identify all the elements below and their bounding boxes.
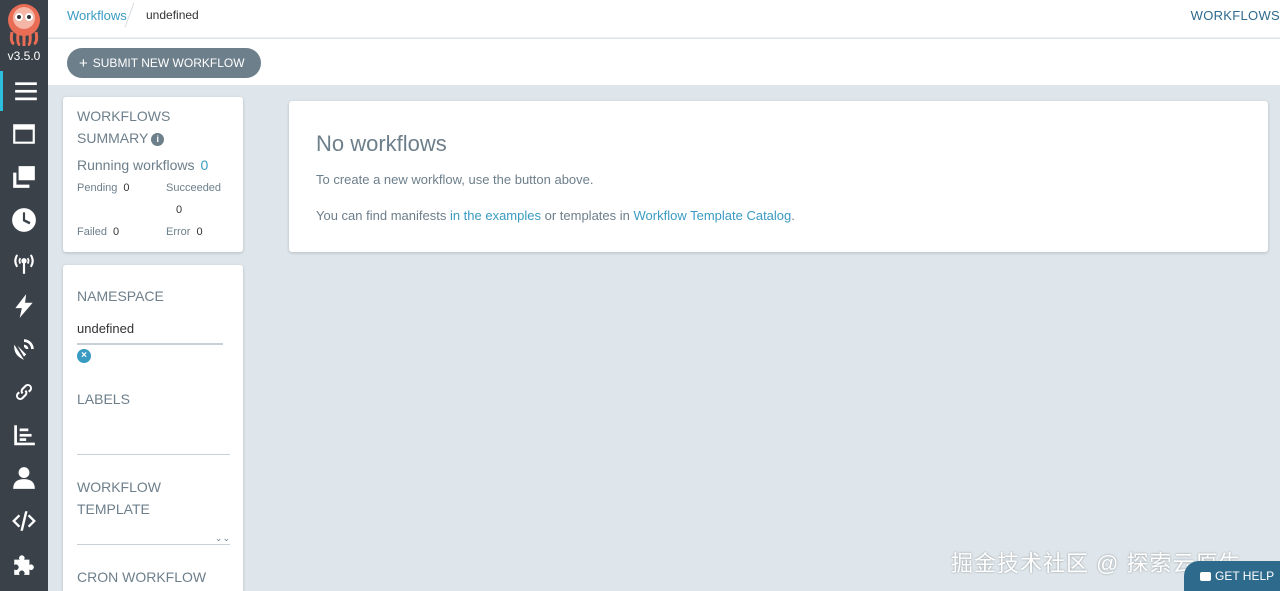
submit-new-workflow-button[interactable]: + SUBMIT NEW WORKFLOW [67,48,261,78]
running-count[interactable]: 0 [201,157,209,173]
succeeded-stat-count: 0 [170,204,182,216]
filters-card: NAMESPACE undefined × LABELS WORKFLOW TE… [63,265,243,591]
plus-icon: + [79,54,88,72]
pending-label: Pending [77,182,118,194]
nav-item-api-docs[interactable] [0,501,48,541]
workflow-template-label-line2: TEMPLATE [77,501,150,517]
failed-label: Failed [77,226,107,238]
labels-label: LABELS [77,391,130,407]
side-nav: v3.5.0 [0,0,48,591]
clock-icon [12,208,36,232]
nav-item-event-flow[interactable] [0,329,48,369]
namespace-input-underline [77,343,223,345]
failed-count: 0 [112,226,120,238]
running-workflows: Running workflows 0 [77,157,208,173]
error-count: 0 [196,226,203,238]
argo-logo[interactable] [4,2,44,46]
nav-item-plugins[interactable] [0,544,48,584]
empty-state-instructions: To create a new workflow, use the button… [316,172,594,187]
info-icon[interactable]: i [151,133,165,146]
breadcrumb-workflows-link[interactable]: Workflows [67,8,127,23]
action-bar: + SUBMIT NEW WORKFLOW [48,39,1280,85]
namespace-input[interactable]: undefined [77,321,134,336]
nav-item-reports[interactable] [0,415,48,455]
summary-title-line1: WORKFLOWS [77,108,171,124]
workflow-template-label-line1: WORKFLOW [77,479,161,495]
nav-item-event-sources[interactable] [0,243,48,283]
puzzle-icon [14,555,34,575]
nav-item-workflow-templates[interactable] [0,114,48,154]
page-title: WORKFLOWS [1190,8,1280,23]
chat-bubble-icon [1200,571,1211,581]
nav-item-workflows[interactable] [0,71,48,111]
succeeded-count: 0 [176,204,183,216]
error-stat: Error 0 [166,226,203,238]
window-icon [13,124,35,144]
workflows-summary-card: WORKFLOWS SUMMARY i Running workflows 0 Pe… [63,97,243,252]
template-catalog-link[interactable]: Workflow Template Catalog [634,208,792,223]
empty-state-manifests: You can find manifests in the examples o… [316,208,795,223]
get-help-label: GET HELP [1215,569,1275,583]
get-help-button[interactable]: GET HELP [1184,561,1280,591]
submit-button-label: SUBMIT NEW WORKFLOW [92,56,245,70]
failed-stat: Failed 0 [77,226,119,238]
nav-item-archived-workflows[interactable] [0,372,48,412]
labels-input[interactable] [77,415,230,455]
satellite-dish-icon [14,339,34,360]
nav-item-sensors[interactable] [0,286,48,326]
breadcrumb-current: undefined [146,8,199,22]
clear-namespace-icon[interactable]: × [77,349,91,363]
running-label: Running workflows [77,157,195,173]
workflow-template-select[interactable]: ⌄⌄ [77,523,230,545]
chevron-down-icon: ⌄⌄ [214,533,230,543]
app-version: v3.5.0 [7,49,41,63]
bolt-icon [15,294,33,318]
user-icon [13,467,35,489]
broadcast-icon [14,254,34,274]
namespace-label: NAMESPACE [77,288,164,304]
succeeded-label: Succeeded [166,182,222,194]
hamburger-icon [14,82,37,101]
code-icon [12,511,36,531]
nav-item-cron-workflows[interactable] [0,200,48,240]
pending-stat: Pending 0 [77,182,130,194]
manifests-text-mid: or templates in [541,208,634,223]
succeeded-stat: Succeeded [166,182,221,194]
examples-link[interactable]: in the examples [450,208,541,223]
cron-workflow-label: CRON WORKFLOW [77,569,207,585]
error-label: Error [166,226,191,238]
nav-item-user[interactable] [0,458,48,498]
chart-bar-icon [14,425,35,446]
clone-icon [13,166,35,188]
summary-title: WORKFLOWS SUMMARY i [77,105,170,149]
empty-state-panel: No workflows To create a new workflow, u… [289,101,1268,252]
manifests-text-pre: You can find manifests [316,208,450,223]
workflow-template-label: WORKFLOW TEMPLATE [77,476,161,520]
pending-count: 0 [123,182,130,194]
top-bar: Workflows undefined WORKFLOWS [48,0,1280,38]
link-icon [15,383,33,401]
manifests-text-post: . [791,208,795,223]
empty-state-title: No workflows [316,131,447,156]
summary-title-line2: SUMMARY [77,130,149,146]
nav-item-cluster-templates[interactable] [0,157,48,197]
